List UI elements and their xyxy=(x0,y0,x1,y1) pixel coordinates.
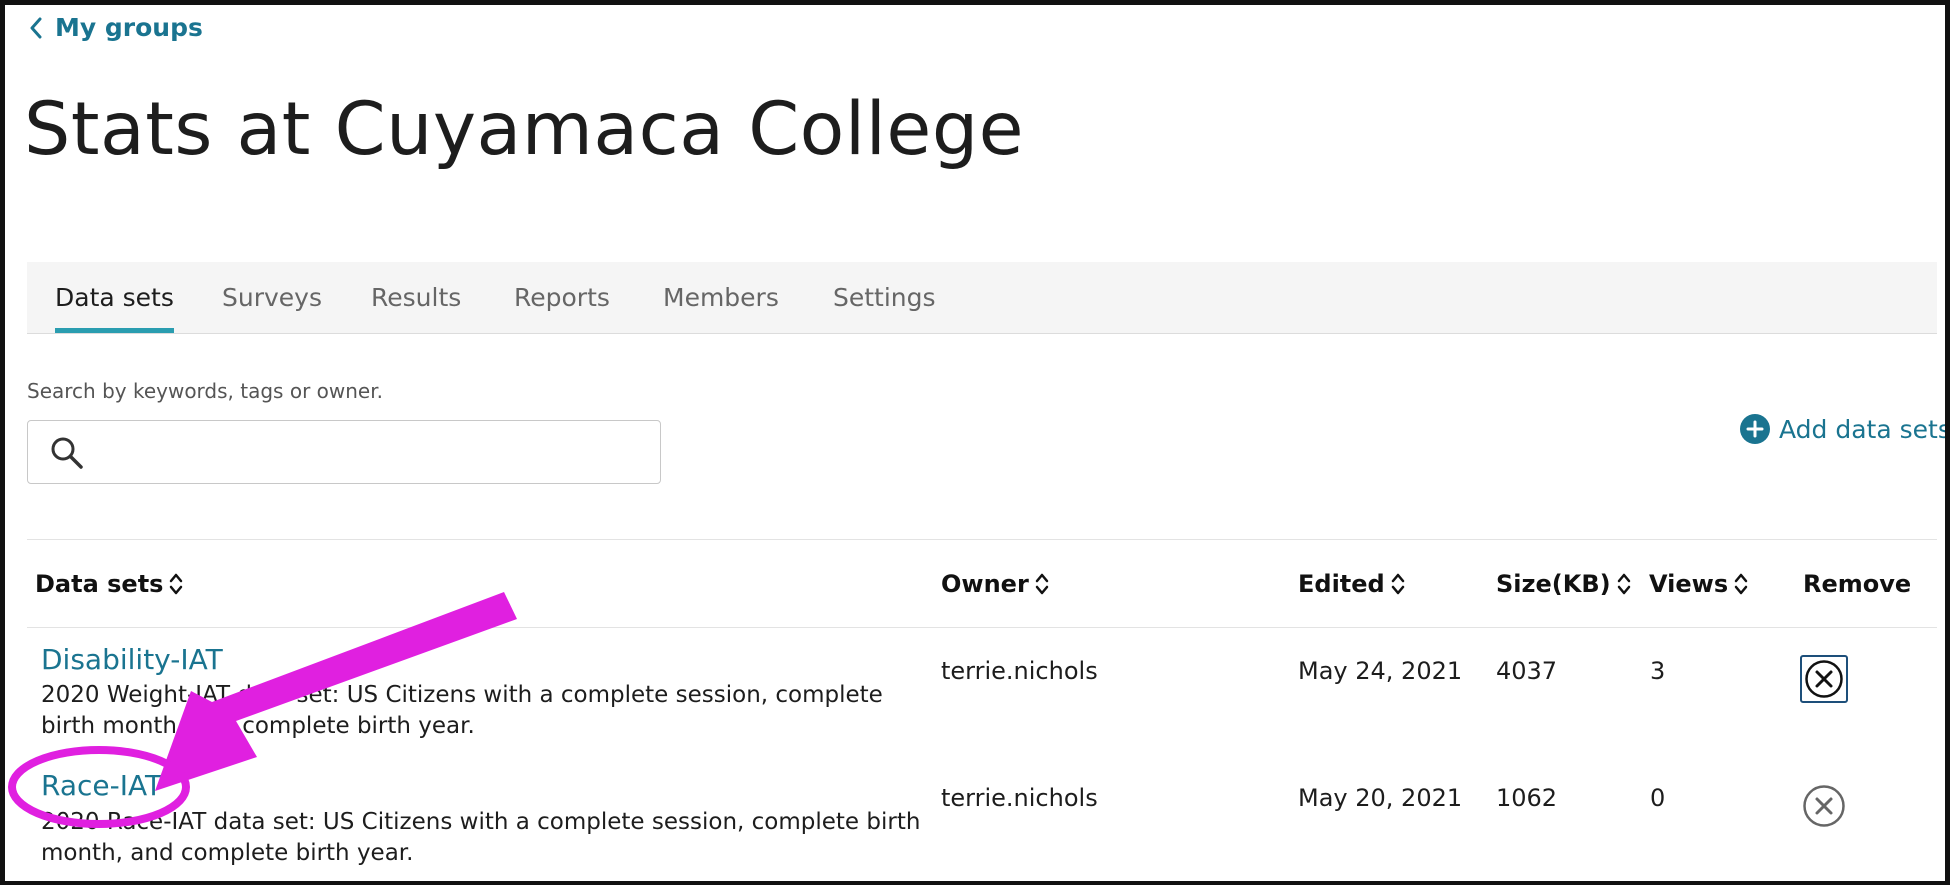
plus-circle-icon xyxy=(1740,414,1770,444)
tab-reports[interactable]: Reports xyxy=(514,262,610,333)
dataset-link[interactable]: Race-IAT xyxy=(41,769,162,802)
close-circle-icon xyxy=(1803,785,1845,827)
column-header-size[interactable]: Size(KB) xyxy=(1496,570,1631,598)
chevron-left-icon xyxy=(30,17,42,38)
column-header-views[interactable]: Views xyxy=(1649,570,1748,598)
dataset-size: 4037 xyxy=(1496,657,1558,685)
search-input[interactable] xyxy=(106,429,650,477)
table-header-divider xyxy=(27,627,1937,628)
table-top-divider xyxy=(27,539,1937,540)
column-header-label: Data sets xyxy=(35,570,164,598)
column-header-edited[interactable]: Edited xyxy=(1298,570,1405,598)
column-header-data-sets[interactable]: Data sets xyxy=(35,570,183,598)
dataset-description: 2020 Weight-IAT data set: US Citizens wi… xyxy=(41,682,883,739)
dataset-views: 0 xyxy=(1650,784,1666,812)
column-header-label: Views xyxy=(1649,570,1729,598)
tab-bar: Data sets Surveys Results Reports Member… xyxy=(27,262,1937,334)
add-data-sets-label: Add data sets xyxy=(1779,414,1950,444)
dataset-edited-date: May 20, 2021 xyxy=(1298,784,1463,812)
dataset-edited-date: May 24, 2021 xyxy=(1298,657,1463,685)
column-header-owner[interactable]: Owner xyxy=(941,570,1049,598)
sort-icon xyxy=(1617,573,1630,595)
column-header-label: Owner xyxy=(941,570,1029,598)
sort-icon xyxy=(1734,573,1748,595)
sort-icon xyxy=(1391,573,1404,595)
dataset-owner: terrie.nichols xyxy=(941,657,1098,685)
search-box[interactable] xyxy=(27,420,661,484)
tab-results[interactable]: Results xyxy=(371,262,461,333)
close-circle-icon xyxy=(1805,660,1843,698)
add-data-sets-button[interactable]: Add data sets xyxy=(1739,413,1950,445)
column-header-label: Edited xyxy=(1298,570,1385,598)
back-link-label: My groups xyxy=(55,13,203,42)
search-icon xyxy=(51,437,83,469)
dataset-owner: terrie.nichols xyxy=(941,784,1098,812)
dataset-description: 2020 Race-IAT data set: US Citizens with… xyxy=(41,809,921,866)
page-title: Stats at Cuyamaca College xyxy=(24,87,1025,172)
dataset-views: 3 xyxy=(1650,657,1666,685)
tab-members[interactable]: Members xyxy=(663,262,779,333)
column-header-label: Remove xyxy=(1803,570,1912,598)
sort-icon xyxy=(170,573,183,595)
back-to-my-groups-link[interactable]: My groups xyxy=(29,13,203,42)
screenshot-frame: My groups Stats at Cuyamaca College Data… xyxy=(0,0,1950,885)
tab-surveys[interactable]: Surveys xyxy=(222,262,322,333)
column-header-label: Size(KB) xyxy=(1496,570,1611,598)
column-header-remove: Remove xyxy=(1803,570,1911,598)
tab-settings[interactable]: Settings xyxy=(833,262,936,333)
search-hint: Search by keywords, tags or owner. xyxy=(27,379,383,403)
tab-data-sets[interactable]: Data sets xyxy=(55,262,174,333)
dataset-size: 1062 xyxy=(1496,784,1558,812)
dataset-link[interactable]: Disability-IAT xyxy=(41,643,223,676)
sort-icon xyxy=(1035,573,1049,595)
remove-dataset-button[interactable] xyxy=(1800,655,1848,703)
remove-dataset-button[interactable] xyxy=(1800,782,1848,830)
